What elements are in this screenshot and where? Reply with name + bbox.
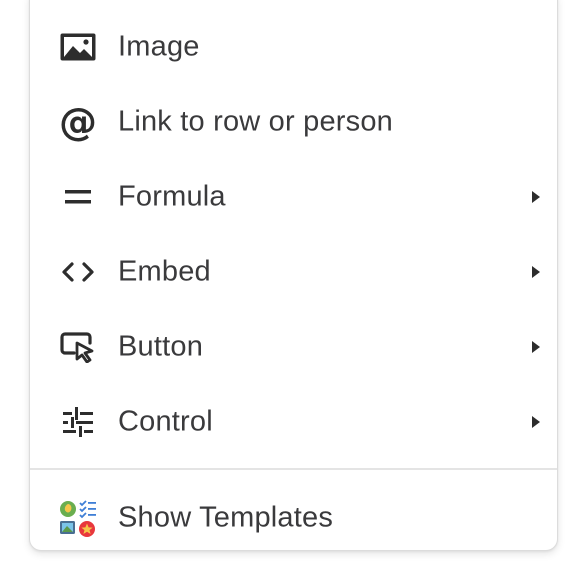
submenu-arrow-icon (532, 340, 540, 353)
menu-item-image[interactable]: Image (30, 9, 557, 84)
submenu-arrow-icon (532, 265, 540, 278)
at-sign-icon: @ (59, 99, 97, 144)
menu-item-formula[interactable]: Formula (30, 159, 557, 234)
menu-item-label: Show Templates (118, 501, 334, 533)
menu-item-label: Control (118, 405, 213, 437)
image-icon (58, 27, 98, 67)
menu-item-label: Button (118, 330, 204, 362)
menu-item-label: Embed (118, 255, 211, 287)
menu-item-label: Link to row or person (118, 105, 393, 137)
menu-item-show-templates[interactable]: Show Templates (30, 480, 557, 555)
menu-item-label: Formula (118, 180, 226, 212)
menu-item-label: Image (118, 30, 200, 62)
insert-menu: Image @ Link to row or person Formula Em… (29, 0, 558, 551)
button-cursor-icon (58, 327, 98, 367)
menu-item-button[interactable]: Button (30, 309, 557, 384)
code-brackets-icon (58, 252, 98, 292)
sliders-icon (58, 402, 98, 442)
menu-item-control[interactable]: Control (30, 384, 557, 459)
equals-icon (58, 177, 98, 217)
menu-item-link[interactable]: @ Link to row or person (30, 84, 557, 159)
templates-icon (58, 498, 98, 538)
menu-divider (30, 468, 557, 470)
submenu-arrow-icon (532, 190, 540, 203)
menu-item-embed[interactable]: Embed (30, 234, 557, 309)
submenu-arrow-icon (532, 415, 540, 428)
